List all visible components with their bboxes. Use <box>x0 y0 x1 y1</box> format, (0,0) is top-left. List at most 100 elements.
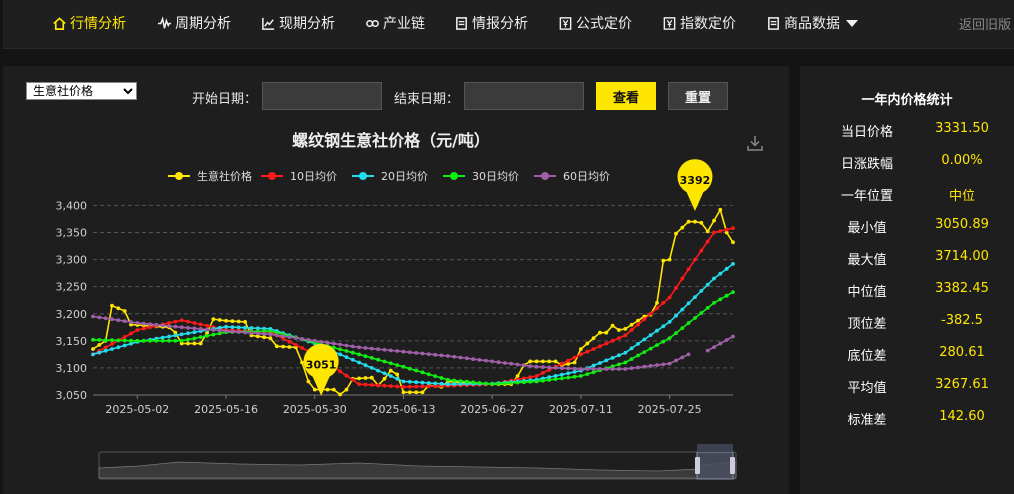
data-point <box>129 331 133 336</box>
data-point <box>262 335 266 340</box>
data-point <box>401 385 406 389</box>
zoom-handle <box>730 457 735 474</box>
data-point <box>110 342 114 346</box>
data-point <box>350 378 355 382</box>
stat-label: 一年位置 <box>840 189 893 204</box>
stat-row: 日涨跌幅 0.00% <box>800 153 1014 173</box>
data-point <box>148 322 152 327</box>
data-point <box>617 336 621 340</box>
data-point <box>243 325 248 330</box>
zoom-slider[interactable] <box>98 444 737 480</box>
data-point <box>477 358 482 362</box>
data-point <box>350 344 355 349</box>
data-point <box>680 276 685 281</box>
data-point <box>110 338 114 343</box>
data-point <box>414 368 419 373</box>
stat-label: 最大值 <box>847 253 887 268</box>
data-point <box>363 354 368 359</box>
data-point <box>553 377 558 381</box>
back-to-old-link[interactable]: 返回旧版 <box>959 0 1011 46</box>
data-point <box>667 295 672 300</box>
data-point <box>420 380 425 385</box>
data-point <box>211 332 216 337</box>
data-point <box>724 293 729 298</box>
data-point <box>674 331 678 335</box>
data-point <box>534 379 539 384</box>
stat-row: 底位差 280.61 <box>800 345 1014 365</box>
data-point <box>382 347 387 352</box>
data-point <box>572 366 577 371</box>
data-point <box>731 334 735 339</box>
stat-row: 最大值 3714.00 <box>800 249 1014 269</box>
data-point <box>515 380 520 385</box>
data-point <box>534 359 539 364</box>
data-point <box>135 321 140 325</box>
data-point <box>566 362 571 366</box>
stat-value: 3382.45 <box>935 281 989 296</box>
data-point <box>667 336 672 340</box>
data-point <box>192 321 197 325</box>
data-point <box>636 318 640 323</box>
data-point <box>617 362 621 367</box>
data-point <box>731 290 735 294</box>
data-point <box>414 384 419 389</box>
data-point <box>160 323 165 328</box>
stat-row: 最小值 3050.89 <box>800 217 1014 237</box>
data-point <box>585 372 590 376</box>
data-point <box>103 345 108 350</box>
data-point <box>566 358 571 363</box>
data-point <box>610 367 615 371</box>
chevron-down-icon <box>846 19 858 27</box>
download-icon[interactable] <box>746 134 764 152</box>
data-point <box>420 384 425 389</box>
data-point <box>705 229 710 234</box>
data-point <box>129 338 133 343</box>
data-point <box>186 331 190 336</box>
price-chart: 螺纹钢生意社价格（元/吨） 生意社价格 10日均价 20日均价 30日均价 60日均价 … <box>56 131 737 480</box>
data-point <box>148 338 152 343</box>
series-group <box>91 290 735 387</box>
data-point <box>553 359 558 364</box>
data-point <box>585 341 590 346</box>
data-point <box>116 345 121 350</box>
data-point <box>718 207 723 212</box>
data-point <box>623 367 628 371</box>
x-tick-label: 2025-05-02 <box>105 403 169 416</box>
data-point <box>198 327 203 331</box>
data-point <box>224 318 229 323</box>
data-point <box>458 379 463 383</box>
data-point <box>186 341 190 346</box>
x-tick-label: 2025-07-11 <box>549 403 613 416</box>
data-point <box>300 346 304 350</box>
data-point <box>433 374 438 378</box>
data-point <box>503 361 507 365</box>
data-point <box>579 347 583 351</box>
data-point <box>401 379 406 384</box>
data-point <box>623 360 628 365</box>
data-point <box>249 326 254 330</box>
chart-annotations: 3051 3392 <box>303 159 713 396</box>
stat-label: 最小值 <box>847 221 887 236</box>
data-point <box>97 350 102 355</box>
data-point <box>693 295 697 299</box>
data-point <box>686 267 691 271</box>
data-point <box>655 363 659 367</box>
x-tick-label: 2025-05-30 <box>283 403 347 416</box>
data-point <box>528 359 533 364</box>
data-point <box>693 257 697 262</box>
data-point <box>319 339 323 344</box>
data-point <box>91 314 95 319</box>
data-point <box>230 325 235 329</box>
data-point <box>376 368 380 373</box>
data-point <box>503 381 507 386</box>
data-point <box>205 327 210 332</box>
data-point <box>236 330 241 334</box>
data-point <box>541 371 545 375</box>
data-point <box>407 384 412 389</box>
data-point <box>420 390 425 395</box>
data-point <box>395 372 400 377</box>
data-point <box>705 282 710 287</box>
data-point <box>731 262 735 266</box>
data-point <box>173 338 178 343</box>
data-point <box>522 363 526 368</box>
